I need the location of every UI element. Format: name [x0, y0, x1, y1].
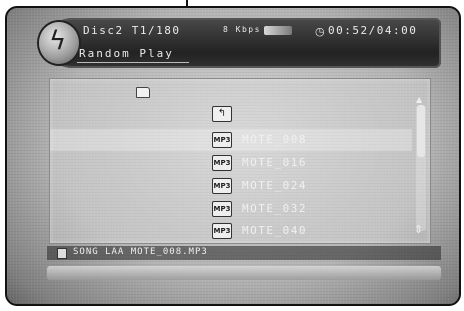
scroll-up-icon[interactable]: ▲ [416, 95, 422, 104]
mp3-file-icon: MP3 [212, 223, 232, 239]
status-bar: ϟ Disc2 T1/180 8 Kbps ◷ 00:52/04:00 Rand… [39, 18, 441, 68]
current-file-path: SONG LAA MOTE_008.MP3 [73, 247, 208, 257]
bitrate-bar [264, 26, 292, 35]
file-row[interactable]: MP3 MOTE_040 [50, 220, 412, 242]
mp3-file-icon: MP3 [212, 132, 232, 148]
file-name: MOTE_040 [242, 224, 307, 237]
file-row[interactable]: MP3 MOTE_032 [50, 198, 412, 220]
lightning-disc-icon: ϟ [39, 22, 79, 64]
time-readout: 00:52/04:00 [328, 24, 418, 37]
scroll-arrow-icon[interactable]: ⇕ [414, 223, 423, 236]
disc-track-readout: Disc2 T1/180 [83, 24, 181, 37]
file-name: MOTE_032 [242, 202, 307, 215]
info-strip [47, 266, 441, 280]
clock-icon: ◷ [315, 25, 325, 38]
mp3-file-icon: MP3 [212, 155, 232, 171]
file-name: MOTE_024 [242, 179, 307, 192]
scrollbar-thumb[interactable] [417, 105, 425, 157]
folder-icon [136, 86, 150, 98]
tv-screen: ϟ Disc2 T1/180 8 Kbps ◷ 00:52/04:00 Rand… [5, 6, 461, 306]
mp3-file-icon: MP3 [212, 178, 232, 194]
up-folder-icon[interactable]: ↰ [212, 106, 232, 122]
folder-path [136, 85, 156, 99]
bitrate-readout: 8 Kbps [223, 25, 261, 34]
file-row[interactable]: MP3 MOTE_024 [50, 175, 412, 197]
file-name: MOTE_008 [242, 133, 307, 146]
current-file-bar: SONG LAA MOTE_008.MP3 [47, 246, 441, 260]
file-icon [57, 248, 67, 259]
file-name: MOTE_016 [242, 156, 307, 169]
file-row[interactable]: MP3 MOTE_016 [50, 152, 412, 174]
play-mode[interactable]: Random Play [79, 47, 174, 60]
mp3-file-icon: MP3 [212, 201, 232, 217]
file-browser: ↰ MP3 MOTE_008 MP3 MOTE_016 MP3 MOTE_024… [49, 78, 431, 244]
file-row[interactable]: MP3 MOTE_008 [50, 129, 412, 151]
